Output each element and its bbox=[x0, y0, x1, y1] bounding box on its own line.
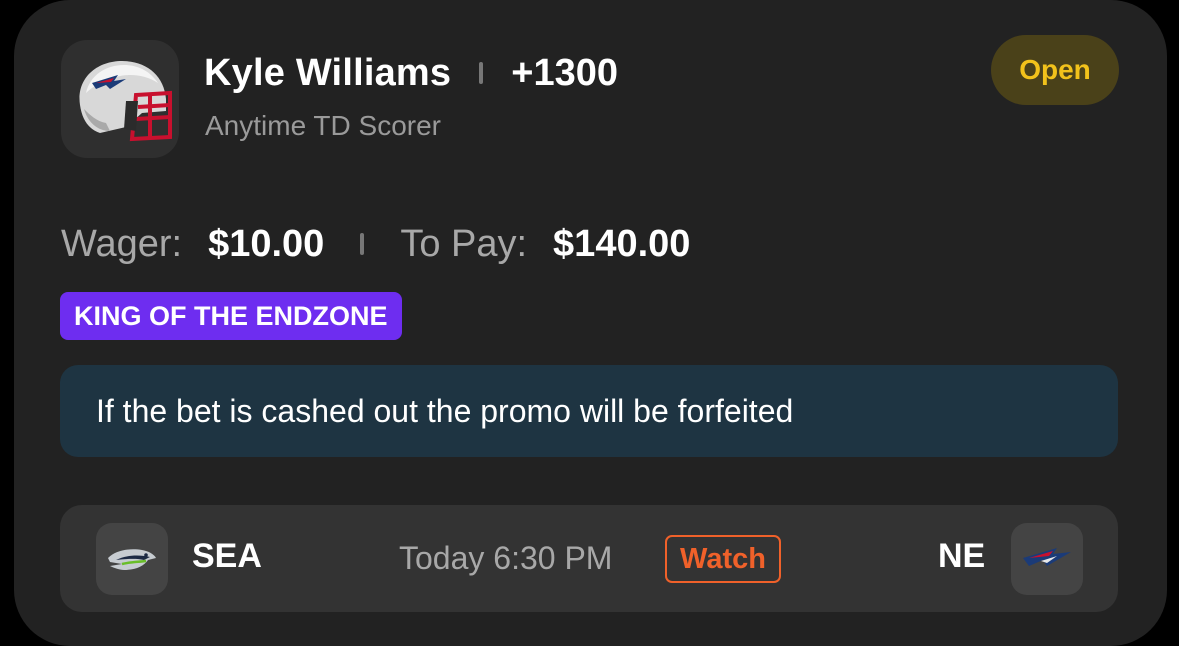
player-name: Kyle Williams bbox=[204, 51, 452, 94]
to-pay-label: To Pay: bbox=[400, 222, 528, 265]
watch-button[interactable]: Watch bbox=[665, 535, 781, 583]
bet-market: Anytime TD Scorer bbox=[205, 110, 441, 141]
wager-label: Wager: bbox=[61, 222, 183, 265]
bet-card[interactable]: Kyle Williams +1300 Anytime TD Scorer Op… bbox=[14, 0, 1167, 646]
player-team-helmet bbox=[61, 40, 179, 158]
promo-notice: If the bet is cashed out the promo will … bbox=[60, 365, 1118, 457]
status-badge: Open bbox=[991, 35, 1119, 105]
wager-value: $10.00 bbox=[208, 222, 325, 265]
to-pay-value: $140.00 bbox=[553, 222, 691, 265]
away-team-abbr: SEA bbox=[192, 537, 262, 575]
game-row[interactable]: SEA Today 6:30 PM Watch NE bbox=[60, 505, 1118, 612]
wager-row: Wager: $10.00 To Pay: $140.00 bbox=[61, 218, 690, 270]
away-team-logo bbox=[96, 523, 168, 595]
patriots-helmet-icon bbox=[79, 61, 172, 142]
bet-odds: +1300 bbox=[511, 51, 618, 94]
promo-badge: KING OF THE ENDZONE bbox=[60, 292, 402, 340]
title-divider bbox=[479, 62, 484, 84]
home-team-logo bbox=[1011, 523, 1083, 595]
bet-title-row: Kyle Williams +1300 bbox=[204, 48, 618, 98]
wager-divider bbox=[360, 233, 365, 255]
seahawks-logo-icon bbox=[108, 549, 156, 570]
home-team-abbr: NE bbox=[938, 537, 986, 575]
patriots-logo-icon bbox=[1023, 548, 1071, 566]
game-time: Today 6:30 PM bbox=[399, 540, 613, 576]
